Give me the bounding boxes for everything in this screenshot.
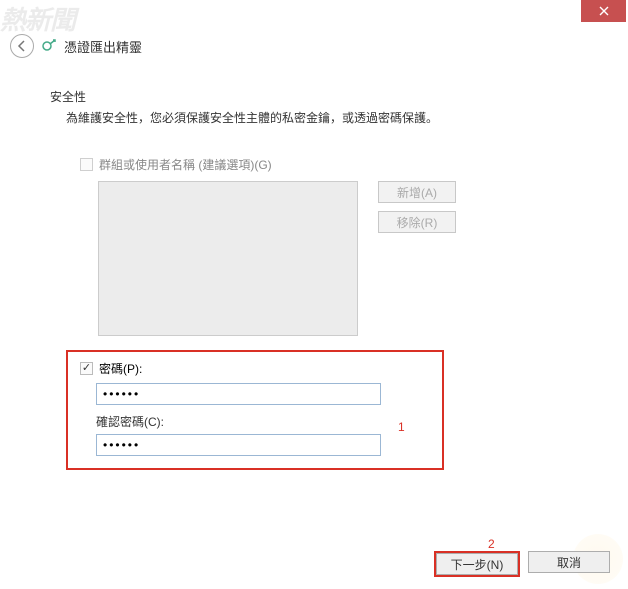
back-arrow-icon bbox=[15, 39, 29, 53]
password-section: ✓ 密碼(P): 確認密碼(C): bbox=[66, 350, 444, 470]
security-description: 為維護安全性，您必須保護安全性主體的私密金鑰，或透過密碼保護。 bbox=[50, 109, 568, 126]
confirm-password-label: 確認密碼(C): bbox=[96, 413, 430, 430]
group-label: 群組或使用者名稱 (建議選項)(G) bbox=[99, 156, 272, 173]
password-label: 密碼(P): bbox=[99, 360, 142, 377]
certificate-icon bbox=[40, 37, 58, 55]
group-checkbox bbox=[80, 158, 93, 171]
wizard-title: 憑證匯出精靈 bbox=[64, 37, 142, 56]
annotation-2: 2 bbox=[488, 537, 495, 551]
close-button[interactable] bbox=[581, 0, 626, 22]
footer-buttons: 下一步(N) 取消 bbox=[434, 551, 610, 577]
next-button[interactable]: 下一步(N) bbox=[436, 553, 518, 575]
password-checkbox[interactable]: ✓ bbox=[80, 362, 93, 375]
check-icon: ✓ bbox=[82, 363, 91, 374]
content-area: 安全性 為維護安全性，您必須保護安全性主體的私密金鑰，或透過密碼保護。 群組或使… bbox=[0, 68, 628, 480]
back-button[interactable] bbox=[10, 34, 34, 58]
add-button: 新增(A) bbox=[378, 181, 456, 203]
close-icon bbox=[599, 6, 609, 16]
group-listbox bbox=[98, 181, 358, 336]
remove-button: 移除(R) bbox=[378, 211, 456, 233]
confirm-password-input[interactable] bbox=[96, 434, 381, 456]
next-button-highlight: 下一步(N) bbox=[434, 551, 520, 577]
cancel-button[interactable]: 取消 bbox=[528, 551, 610, 573]
wizard-header: 憑證匯出精靈 bbox=[0, 26, 628, 68]
titlebar bbox=[0, 0, 628, 26]
annotation-1: 1 bbox=[398, 420, 405, 434]
security-heading: 安全性 bbox=[50, 88, 568, 105]
group-checkbox-row: 群組或使用者名稱 (建議選項)(G) bbox=[80, 156, 568, 173]
password-input[interactable] bbox=[96, 383, 381, 405]
